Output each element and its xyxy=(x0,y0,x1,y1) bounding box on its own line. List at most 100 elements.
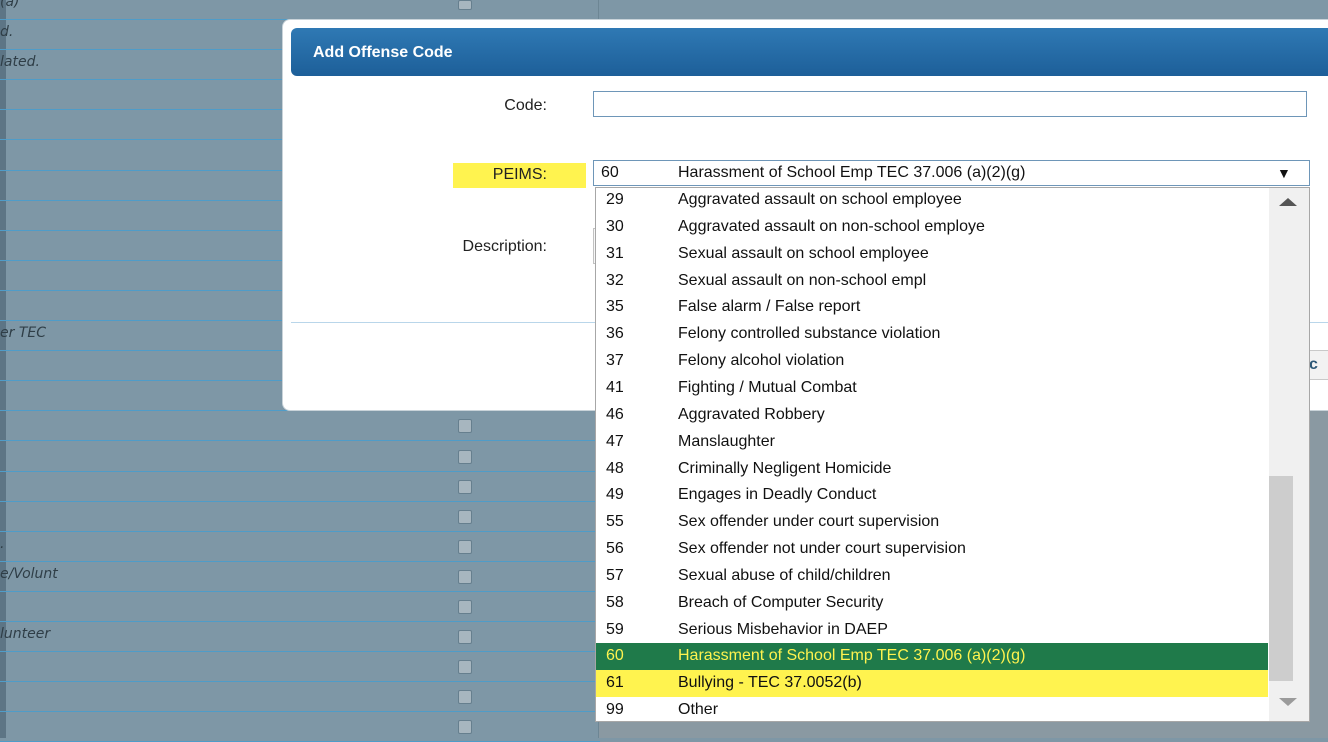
peims-option-code: 47 xyxy=(606,432,624,450)
peims-option[interactable]: 35 False alarm / False report xyxy=(596,294,1268,321)
background-checkbox[interactable] xyxy=(458,449,472,464)
peims-option[interactable]: 36 Felony controlled substance violation xyxy=(596,321,1268,348)
background-checkbox[interactable] xyxy=(458,600,472,614)
peims-option[interactable]: 59 Serious Misbehavior in DAEP xyxy=(596,617,1268,644)
peims-option-label: Aggravated assault on non-school employe xyxy=(678,217,985,235)
peims-option-code: 46 xyxy=(606,405,624,423)
background-row: e/Volunt xyxy=(0,562,600,592)
background-row xyxy=(0,442,600,472)
background-row xyxy=(0,592,600,622)
peims-option[interactable]: 41 Fighting / Mutual Combat xyxy=(596,375,1268,402)
peims-option-code: 35 xyxy=(606,298,624,316)
peims-option-code: 49 xyxy=(606,486,624,504)
peims-option-code: 56 xyxy=(606,540,624,558)
peims-option-label: Engages in Deadly Conduct xyxy=(678,486,877,504)
peims-option[interactable]: 61 Bullying - TEC 37.0052(b) xyxy=(596,670,1268,698)
peims-option-code: 55 xyxy=(606,513,624,531)
peims-option-code: 60 xyxy=(606,647,624,665)
peims-option-code: 61 xyxy=(606,674,624,692)
peims-option-label: Sexual assault on school employee xyxy=(678,244,929,262)
peims-option-label: Breach of Computer Security xyxy=(678,593,884,611)
peims-option-label: Bullying - TEC 37.0052(b) xyxy=(678,674,862,692)
background-checkbox[interactable] xyxy=(458,509,472,524)
background-checkbox[interactable] xyxy=(458,660,472,675)
background-checkbox[interactable] xyxy=(458,690,472,705)
peims-option[interactable]: 46 Aggravated Robbery xyxy=(596,402,1268,429)
background-checkbox[interactable] xyxy=(458,539,472,554)
background-row-text: er TEC xyxy=(0,325,46,342)
peims-option-code: 48 xyxy=(606,459,624,477)
peims-option-code: 32 xyxy=(606,271,624,289)
background-row-text: e/Volunt xyxy=(0,565,58,582)
peims-option-label: Criminally Negligent Homicide xyxy=(678,459,892,477)
peims-option[interactable]: 31 Sexual assault on school employee xyxy=(596,241,1268,268)
peims-option[interactable]: 32 Sexual assault on non-school empl xyxy=(596,268,1268,295)
background-row: lunteer xyxy=(0,622,600,653)
peims-option-label: Manslaughter xyxy=(678,432,775,450)
peims-option-code: 99 xyxy=(606,701,624,719)
peims-option[interactable]: 57 Sexual abuse of child/children xyxy=(596,563,1268,590)
peims-option-code: 58 xyxy=(606,593,624,611)
background-checkbox[interactable] xyxy=(458,0,472,10)
peims-option[interactable]: 55 Sex offender under court supervision xyxy=(596,509,1268,536)
background-row: (a) xyxy=(0,0,600,20)
peims-option-code: 57 xyxy=(606,566,624,584)
background-row-text: (a) xyxy=(0,0,20,10)
peims-option[interactable]: 37 Felony alcohol violation xyxy=(596,348,1268,375)
dropdown-scrollbar[interactable] xyxy=(1269,188,1309,721)
peims-option[interactable]: 30 Aggravated assault on non-school emplo… xyxy=(596,214,1268,241)
peims-option[interactable]: 47 Manslaughter xyxy=(596,429,1268,456)
dialog-title: Add Offense Code xyxy=(313,44,453,61)
code-input[interactable] xyxy=(593,91,1307,117)
scroll-up-icon[interactable] xyxy=(1279,198,1297,206)
peims-selected-label: Harassment of School Emp TEC 37.006 (a)(… xyxy=(678,164,1026,181)
peims-option-label: Sex offender not under court supervision xyxy=(678,540,966,558)
peims-dropdown-list: 29 Aggravated assault on school employee 3… xyxy=(595,187,1310,722)
peims-option[interactable]: 48 Criminally Negligent Homicide xyxy=(596,456,1268,483)
peims-option[interactable]: 60 Harassment of School Emp TEC 37.006 (a… xyxy=(596,643,1268,671)
peims-option-label: Aggravated Robbery xyxy=(678,405,825,423)
background-row xyxy=(0,682,600,713)
peims-option[interactable]: 56 Sex offender not under court supervisi… xyxy=(596,536,1268,563)
background-row-text: . xyxy=(0,535,5,552)
background-row xyxy=(0,411,600,442)
peims-option-label: Sex offender under court supervision xyxy=(678,513,940,531)
background-checkbox[interactable] xyxy=(458,479,472,494)
peims-option-code: 30 xyxy=(606,217,624,235)
peims-option-code: 37 xyxy=(606,352,624,370)
dialog-header: Add Offense Code xyxy=(291,28,1328,76)
peims-option-label: Aggravated assault on school employee xyxy=(678,191,962,208)
peims-option-label: Sexual assault on non-school empl xyxy=(678,271,927,289)
dropdown-arrow-icon[interactable]: ▼ xyxy=(1277,165,1291,181)
background-row-text: lated. xyxy=(0,54,40,71)
background-checkbox[interactable] xyxy=(458,630,472,645)
peims-option-code: 29 xyxy=(606,191,624,208)
background-row xyxy=(0,472,600,502)
background-row-text: d. xyxy=(0,24,14,41)
scrollbar-thumb[interactable] xyxy=(1269,476,1293,681)
scroll-down-icon[interactable] xyxy=(1279,698,1297,706)
peims-option-code: 41 xyxy=(606,378,624,396)
peims-option-label: Other xyxy=(678,701,719,719)
background-row xyxy=(0,652,600,683)
peims-option-label: Felony controlled substance violation xyxy=(678,325,941,343)
peims-option[interactable]: 49 Engages in Deadly Conduct xyxy=(596,482,1268,509)
background-row-text: lunteer xyxy=(0,626,51,643)
peims-option-code: 36 xyxy=(606,325,624,343)
background-row xyxy=(0,502,600,532)
peims-option-label: Harassment of School Emp TEC 37.006 (a)(… xyxy=(678,647,1026,665)
peims-option[interactable]: 99 Other xyxy=(596,697,1268,721)
peims-select[interactable]: 60 Harassment of School Emp TEC 37.006 (… xyxy=(593,160,1310,186)
background-checkbox[interactable] xyxy=(458,569,472,584)
background-checkbox[interactable] xyxy=(458,419,472,434)
peims-option-label: False alarm / False report xyxy=(678,298,861,316)
peims-selected-code: 60 xyxy=(601,164,619,181)
peims-option-label: Sexual abuse of child/children xyxy=(678,566,891,584)
peims-option[interactable]: 58 Breach of Computer Security xyxy=(596,590,1268,617)
background-row: . xyxy=(0,532,600,562)
background-checkbox[interactable] xyxy=(458,720,472,735)
peims-label: PEIMS: xyxy=(492,166,547,183)
code-label: Code: xyxy=(504,97,547,114)
peims-option[interactable]: 29 Aggravated assault on school employee xyxy=(596,188,1268,214)
peims-option-label: Fighting / Mutual Combat xyxy=(678,378,857,396)
